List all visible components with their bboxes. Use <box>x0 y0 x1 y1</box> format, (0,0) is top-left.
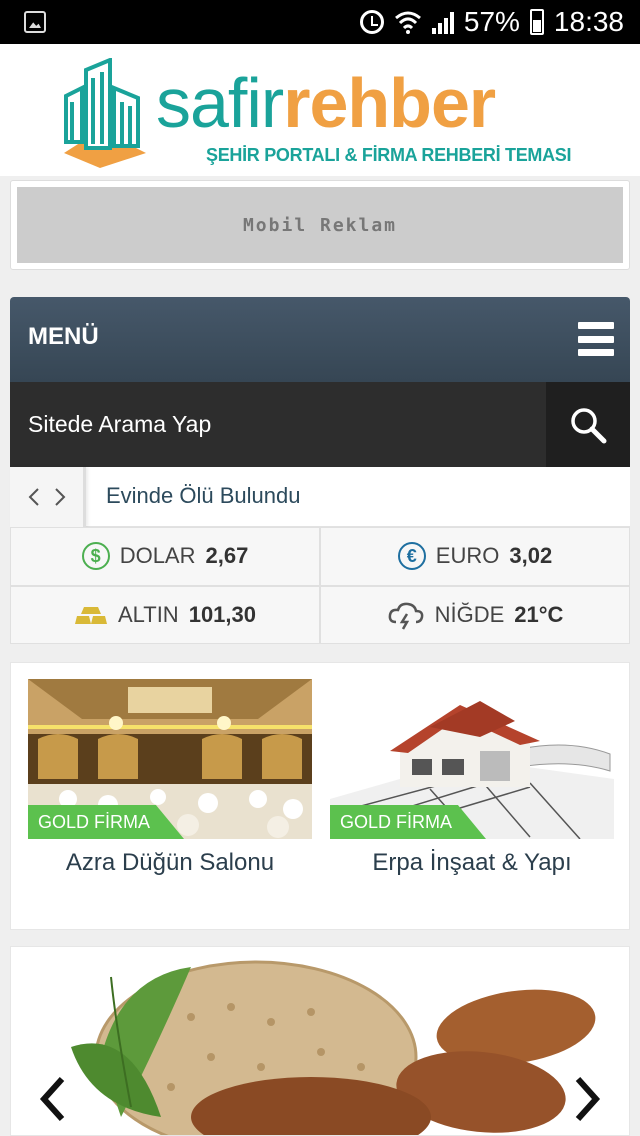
image-slider[interactable] <box>10 946 630 1136</box>
euro-value: 3,02 <box>509 543 553 569</box>
featured-firms: GOLD FİRMA Azra Düğün Salonu GOLD FİRMA … <box>10 662 630 930</box>
search-button[interactable] <box>546 382 630 467</box>
logo-name-part1: safir <box>156 64 284 142</box>
battery-percent: 57% <box>463 6 520 37</box>
logo-name-part2: rehber <box>283 64 496 142</box>
menu-label: MENÜ <box>28 323 99 350</box>
dollar-icon: $ <box>81 542 110 571</box>
weather: NİĞDE 21°C <box>320 585 630 644</box>
menu-bar[interactable]: MENÜ <box>10 297 630 382</box>
chevron-right-icon[interactable] <box>53 487 67 507</box>
logo-wordmark[interactable]: safirrehber <box>156 64 496 142</box>
search-icon <box>571 407 607 443</box>
gold-value: 101,30 <box>188 601 256 627</box>
euro-rate: € EURO 3,02 <box>320 527 630 586</box>
firm-card[interactable]: GOLD FİRMA Erpa İnşaat & Yapı <box>330 679 614 877</box>
battery-icon <box>529 9 544 35</box>
firm-name[interactable]: Erpa İnşaat & Yapı <box>330 849 614 877</box>
storm-cloud-icon <box>388 602 423 630</box>
ad-banner[interactable]: Mobil Reklam <box>10 180 630 270</box>
ticker-headline[interactable]: Evinde Ölü Bulundu <box>106 483 300 509</box>
chevron-left-icon[interactable] <box>27 487 41 507</box>
firm-image-construction[interactable]: GOLD FİRMA <box>330 679 614 839</box>
ad-label: Mobil Reklam <box>17 187 623 263</box>
signal-icon <box>431 10 454 34</box>
logo-buildings-icon[interactable] <box>60 58 150 168</box>
gold-label: ALTIN <box>117 601 179 627</box>
search-input[interactable] <box>10 382 546 467</box>
euro-label: EURO <box>435 543 500 569</box>
almonds-slide-image <box>11 947 629 1135</box>
firm-image-wedding-hall[interactable]: GOLD FİRMA <box>28 679 312 839</box>
ticker-controls <box>10 467 86 527</box>
firm-name[interactable]: Azra Düğün Salonu <box>28 849 312 877</box>
clock: 18:38 <box>553 6 624 37</box>
wifi-icon <box>394 11 421 34</box>
hamburger-menu-icon[interactable] <box>578 322 614 356</box>
info-widgets: $ DOLAR 2,67 € EURO 3,02 ALTIN 101,30 Nİ… <box>10 527 630 644</box>
alarm-icon <box>359 10 384 34</box>
firm-card[interactable]: GOLD FİRMA Azra Düğün Salonu <box>28 679 312 877</box>
gold-bars-icon <box>74 606 107 624</box>
chevron-right-icon <box>575 1076 601 1122</box>
weather-city: NİĞDE <box>434 601 505 627</box>
search-bar <box>10 382 630 467</box>
euro-icon: € <box>397 542 426 571</box>
gallery-notification-icon <box>24 11 46 33</box>
chevron-left-icon <box>39 1076 65 1122</box>
slider-next-button[interactable] <box>567 1071 607 1127</box>
dollar-rate: $ DOLAR 2,67 <box>10 527 320 586</box>
news-ticker: Evinde Ölü Bulundu <box>10 467 630 527</box>
gold-rate: ALTIN 101,30 <box>10 585 320 644</box>
dollar-value: 2,67 <box>205 543 249 569</box>
logo-tagline: ŞEHİR PORTALI & FİRMA REHBERİ TEMASI <box>206 145 572 165</box>
slider-prev-button[interactable] <box>33 1071 73 1127</box>
status-bar: 57% 18:38 <box>0 0 640 44</box>
dollar-label: DOLAR <box>119 543 196 569</box>
site-header: safirrehber ŞEHİR PORTALI & FİRMA REHBER… <box>0 44 640 176</box>
weather-value: 21°C <box>514 601 564 627</box>
